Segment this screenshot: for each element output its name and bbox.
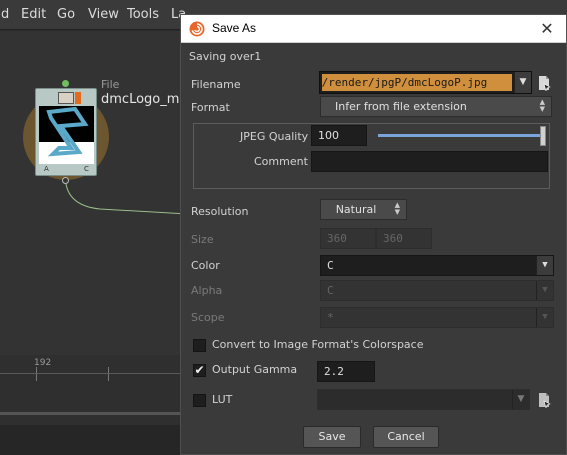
lut-checkbox[interactable] <box>193 394 206 407</box>
file-chooser-icon[interactable] <box>536 75 552 91</box>
alpha-dropdown[interactable]: ▼ <box>536 281 553 300</box>
node-bypass-flag-icon <box>75 92 81 104</box>
comment-field[interactable] <box>311 151 548 172</box>
output-gamma-checkbox[interactable]: ✔ <box>193 364 206 377</box>
size-width-field[interactable]: 360 <box>320 228 376 249</box>
timeline-tick <box>36 367 37 381</box>
node-input-label: A <box>44 165 49 173</box>
scope-value: * <box>327 311 334 324</box>
scope-dropdown[interactable]: ▼ <box>536 308 553 327</box>
comment-label: Comment <box>254 155 308 168</box>
alpha-value: C <box>327 284 334 297</box>
filename-value: P/render/jpgP/dmcLogoP.jpg <box>322 74 512 91</box>
lut-field[interactable]: ▼ <box>317 389 530 410</box>
color-label: Color <box>191 259 220 272</box>
node-type-label: File <box>101 78 120 91</box>
filename-field[interactable]: P/render/jpgP/dmcLogoP.jpg ▼ <box>319 71 532 94</box>
size-label: Size <box>191 233 214 246</box>
dialog-titlebar[interactable]: Save As ✕ <box>181 15 566 43</box>
lut-file-chooser-icon[interactable] <box>536 392 552 408</box>
save-as-dialog: Save As ✕ Saving over1 Filename P/render… <box>180 14 567 455</box>
convert-colorspace-checkbox[interactable] <box>193 339 206 352</box>
format-label: Format <box>191 101 230 114</box>
houdini-app-icon <box>189 21 205 37</box>
menu-view[interactable]: View <box>88 7 119 22</box>
node-output-label: C <box>84 165 89 173</box>
jpeg-quality-slider[interactable] <box>378 134 546 137</box>
node-input-connector[interactable] <box>62 80 69 87</box>
lut-label: LUT <box>212 393 233 406</box>
filename-label: Filename <box>191 78 241 91</box>
format-select[interactable]: Infer from file extension ▲ ▼ <box>320 96 552 117</box>
menu-edit[interactable]: Edit <box>21 7 46 22</box>
resolution-value: Natural <box>335 203 377 216</box>
filename-history-dropdown[interactable]: ▼ <box>514 72 531 93</box>
spinner-icon: ▲ ▼ <box>394 201 400 216</box>
menu-tools[interactable]: Tools <box>127 7 159 22</box>
logo-thumbnail-icon <box>46 106 89 157</box>
spinner-icon: ▲ ▼ <box>539 98 545 113</box>
alpha-label: Alpha <box>191 284 223 297</box>
output-gamma-label: Output Gamma <box>212 363 298 376</box>
dialog-title: Save As <box>212 21 257 35</box>
scope-label: Scope <box>191 311 225 324</box>
color-field[interactable]: C ▼ <box>320 255 554 276</box>
jpeg-quality-slider-handle[interactable] <box>540 126 546 146</box>
node-thumbnail <box>39 106 94 164</box>
format-value: Infer from file extension <box>335 100 467 113</box>
timeline-tick <box>108 367 109 381</box>
jpeg-quality-label: JPEG Quality <box>240 130 309 143</box>
node-flag-icon <box>58 92 74 104</box>
resolution-label: Resolution <box>191 205 249 218</box>
color-value: C <box>327 259 334 272</box>
menu-file[interactable]: d <box>1 7 9 22</box>
color-dropdown[interactable]: ▼ <box>536 256 553 275</box>
file-node[interactable]: A C <box>35 88 97 176</box>
scope-field[interactable]: * ▼ <box>320 307 554 328</box>
size-height-field[interactable]: 360 <box>376 228 432 249</box>
convert-colorspace-label: Convert to Image Format's Colorspace <box>212 338 424 351</box>
menu-go[interactable]: Go <box>57 7 75 22</box>
resolution-select[interactable]: Natural ▲ ▼ <box>320 199 407 220</box>
jpeg-quality-field[interactable]: 100 <box>311 125 367 146</box>
cancel-button[interactable]: Cancel <box>373 426 439 448</box>
alpha-field[interactable]: C ▼ <box>320 280 554 301</box>
lut-dropdown[interactable]: ▼ <box>512 390 529 409</box>
close-icon[interactable]: ✕ <box>536 18 558 40</box>
save-button[interactable]: Save <box>303 426 361 448</box>
node-name-label: dmcLogo_mar <box>101 92 181 107</box>
status-text: Saving over1 <box>189 50 262 63</box>
output-gamma-field[interactable]: 2.2 <box>317 361 375 382</box>
